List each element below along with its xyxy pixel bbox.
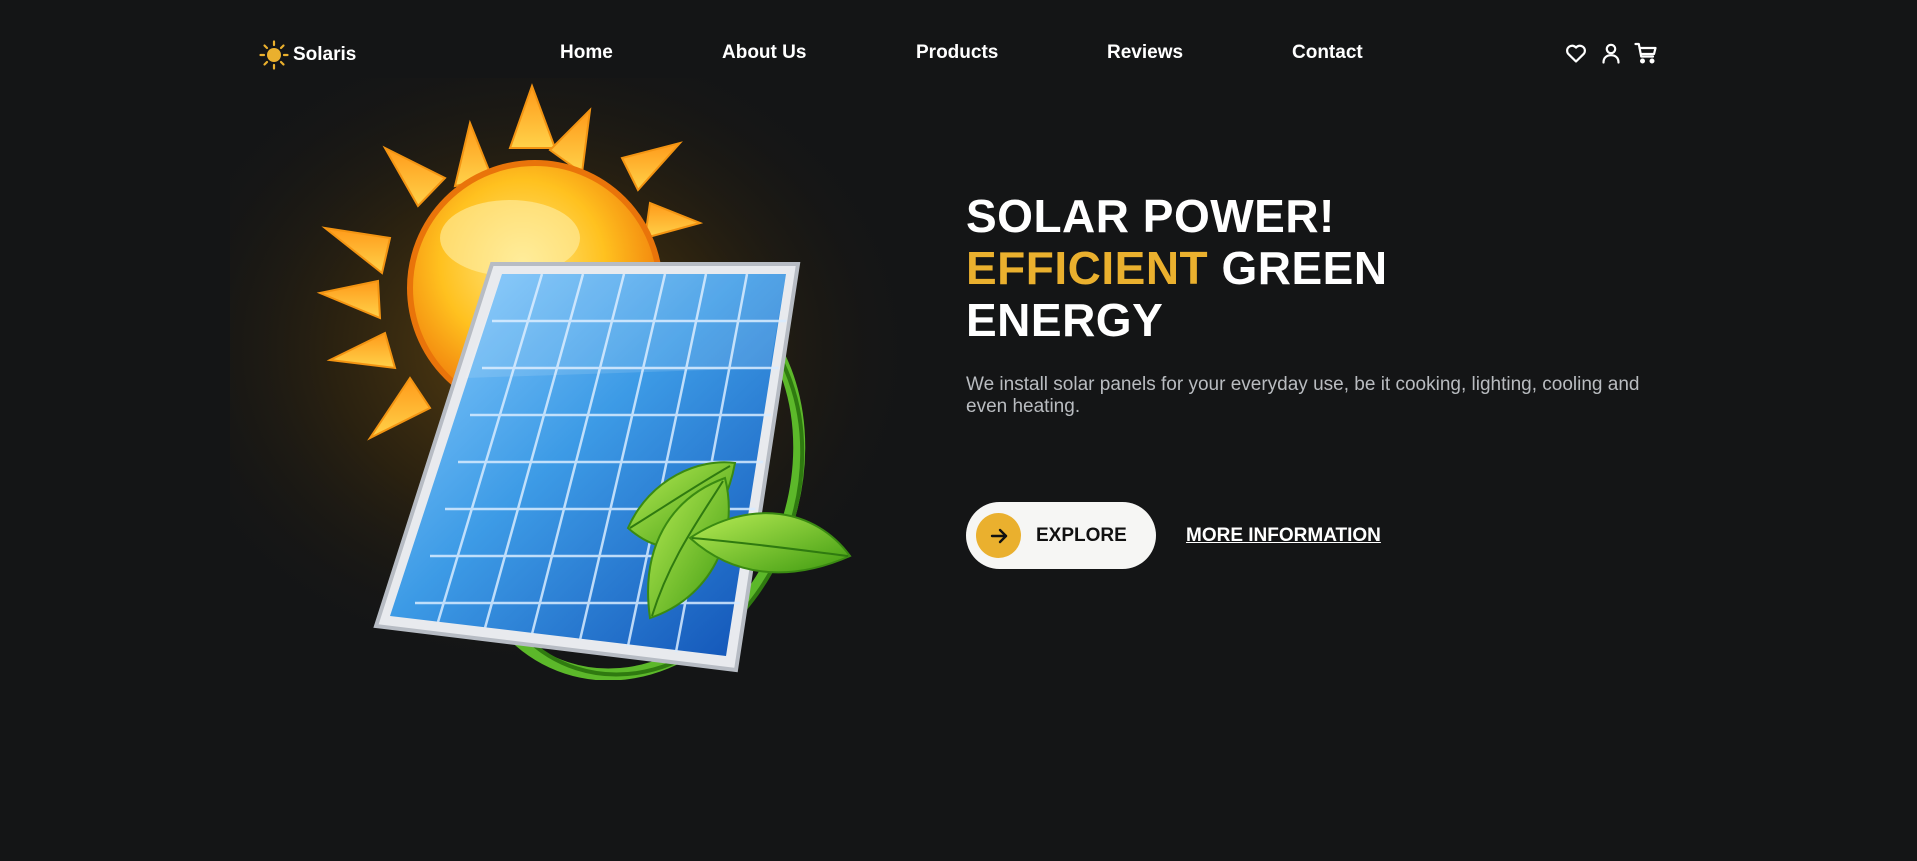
- cart-icon[interactable]: [1634, 41, 1658, 65]
- nav-item-about-us[interactable]: About Us: [722, 42, 806, 64]
- hero-cta-row: EXPLORE MORE INFORMATION: [966, 502, 1381, 569]
- header-actions: [1564, 41, 1658, 65]
- explore-label: EXPLORE: [1036, 524, 1127, 546]
- nav-item-reviews[interactable]: Reviews: [1107, 42, 1183, 64]
- page: Solaris Home About Us Products Reviews C…: [0, 0, 1917, 861]
- headline-line-1: SOLAR POWER!: [966, 190, 1335, 242]
- headline-line-3: ENERGY: [966, 294, 1164, 346]
- hero-solar-illustration: [230, 78, 950, 680]
- hero-headline: SOLAR POWER! EFFICIENT GREEN ENERGY: [966, 190, 1666, 346]
- hero-description: We install solar panels for your everyda…: [966, 374, 1640, 417]
- explore-button[interactable]: EXPLORE: [966, 502, 1156, 569]
- hero-content: SOLAR POWER! EFFICIENT GREEN ENERGY We i…: [966, 190, 1666, 418]
- more-information-link[interactable]: MORE INFORMATION: [1186, 525, 1381, 547]
- nav-item-contact[interactable]: Contact: [1292, 42, 1363, 64]
- user-icon[interactable]: [1599, 41, 1623, 65]
- nav-item-home[interactable]: Home: [560, 42, 613, 64]
- heart-icon[interactable]: [1564, 41, 1588, 65]
- headline-line-2-rest: GREEN: [1208, 242, 1388, 294]
- arrow-right-icon: [976, 513, 1021, 558]
- headline-accent-word: EFFICIENT: [966, 242, 1209, 294]
- nav-item-products[interactable]: Products: [916, 42, 998, 64]
